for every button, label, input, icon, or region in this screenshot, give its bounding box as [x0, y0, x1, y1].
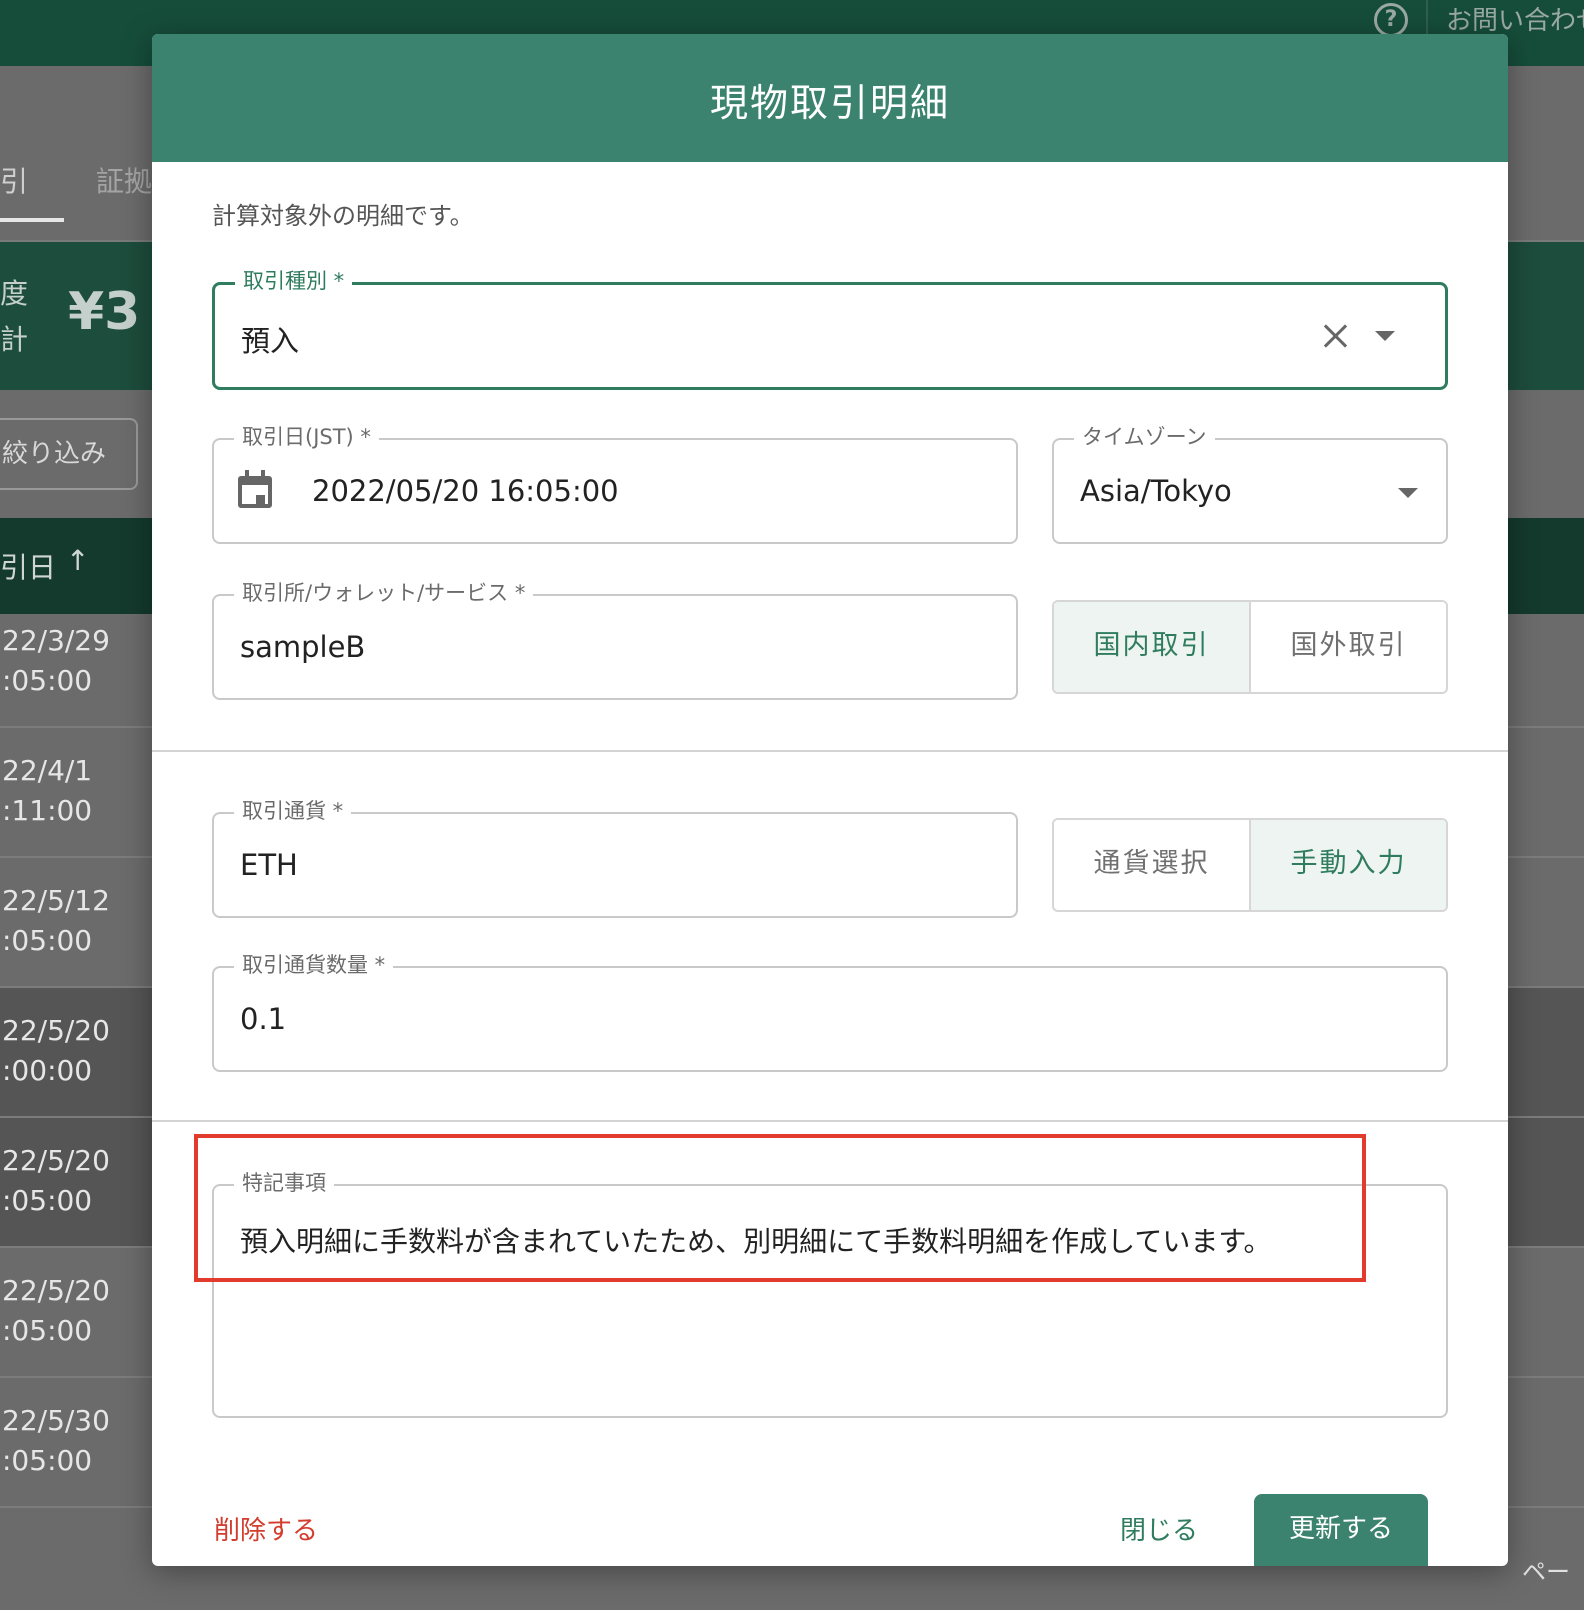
- calendar-icon[interactable]: [236, 470, 274, 510]
- row-time: :05:00: [2, 924, 93, 957]
- excluded-note: 計算対象外の明細です。: [212, 202, 474, 230]
- trade-detail-dialog: 現物取引明細 計算対象外の明細です。 取引種別 * 預入 取引日(JST) * …: [152, 34, 1508, 1566]
- currency-value: ETH: [240, 848, 298, 882]
- pagination-label: ペー: [1522, 1558, 1570, 1586]
- summary-value: ¥3: [68, 282, 141, 342]
- quantity-value: 0.1: [240, 1002, 287, 1036]
- row-date: 22/5/20: [2, 1144, 110, 1177]
- trade-date-field[interactable]: 取引日(JST) * 2022/05/20 16:05:00: [212, 424, 1018, 544]
- quantity-label: 取引通貨数量 *: [234, 952, 394, 978]
- help-icon[interactable]: ?: [1374, 3, 1408, 37]
- trade-date-label: 取引日(JST) *: [234, 424, 379, 450]
- clear-icon[interactable]: [1320, 321, 1350, 351]
- section-divider: [152, 1120, 1508, 1122]
- row-date: 22/5/12: [2, 884, 110, 917]
- table-header-date[interactable]: 引日: [0, 546, 56, 586]
- row-time: :00:00: [2, 1054, 93, 1087]
- exchange-label: 取引所/ウォレット/サービス *: [234, 580, 534, 606]
- row-date: 22/3/29: [2, 624, 110, 657]
- exchange-value: sampleB: [240, 630, 366, 664]
- trade-type-select[interactable]: 取引種別 * 預入: [212, 268, 1448, 390]
- row-date: 22/5/30: [2, 1404, 110, 1437]
- dialog-title: 現物取引明細: [709, 81, 950, 125]
- tab-trades[interactable]: 引: [0, 160, 28, 200]
- chevron-down-icon[interactable]: [1398, 488, 1418, 498]
- tab-active-indicator: [0, 218, 64, 222]
- currency-field[interactable]: 取引通貨 * ETH: [212, 798, 1018, 918]
- annotation-highlight-box: [194, 1134, 1366, 1282]
- section-divider: [152, 750, 1508, 752]
- row-time: :11:00: [2, 794, 93, 827]
- row-time: :05:00: [2, 664, 93, 697]
- currency-label: 取引通貨 *: [234, 798, 352, 824]
- timezone-select[interactable]: タイムゾーン Asia/Tokyo: [1052, 424, 1448, 544]
- trade-date-value: 2022/05/20 16:05:00: [312, 474, 619, 508]
- row-date: 22/5/20: [2, 1274, 110, 1307]
- row-time: :05:00: [2, 1314, 93, 1347]
- currency-input-mode-toggle: 通貨選択 手動入力: [1052, 818, 1448, 912]
- filter-button[interactable]: 絞り込み: [0, 418, 138, 490]
- trade-type-label: 取引種別 *: [235, 268, 353, 294]
- manual-input-button[interactable]: 手動入力: [1249, 820, 1446, 910]
- tab-evidence[interactable]: 証拠: [96, 160, 152, 200]
- quantity-field[interactable]: 取引通貨数量 * 0.1: [212, 952, 1448, 1072]
- domestic-trade-button[interactable]: 国内取引: [1054, 602, 1249, 692]
- row-time: :05:00: [2, 1184, 93, 1217]
- foreign-trade-button[interactable]: 国外取引: [1249, 602, 1446, 692]
- exchange-region-toggle: 国内取引 国外取引: [1052, 600, 1448, 694]
- timezone-label: タイムゾーン: [1074, 424, 1215, 450]
- chevron-down-icon[interactable]: [1375, 331, 1395, 341]
- dialog-header: 現物取引明細: [152, 34, 1508, 162]
- update-button[interactable]: 更新する: [1254, 1494, 1428, 1566]
- currency-select-button[interactable]: 通貨選択: [1054, 820, 1249, 910]
- timezone-value: Asia/Tokyo: [1080, 474, 1232, 508]
- row-time: :05:00: [2, 1444, 93, 1477]
- summary-label-2: 計: [0, 323, 29, 356]
- exchange-field[interactable]: 取引所/ウォレット/サービス * sampleB: [212, 580, 1018, 700]
- delete-button[interactable]: 削除する: [214, 1510, 318, 1547]
- trade-type-value: 預入: [241, 324, 300, 358]
- top-bar-divider: [1426, 0, 1428, 36]
- close-button[interactable]: 閉じる: [1120, 1510, 1198, 1547]
- row-date: 22/5/20: [2, 1014, 110, 1047]
- sort-arrow-icon[interactable]: ↑: [66, 544, 89, 577]
- contact-link[interactable]: お問い合わせ: [1446, 0, 1584, 37]
- summary-label-1: 度: [0, 277, 29, 310]
- row-date: 22/4/1: [2, 754, 93, 787]
